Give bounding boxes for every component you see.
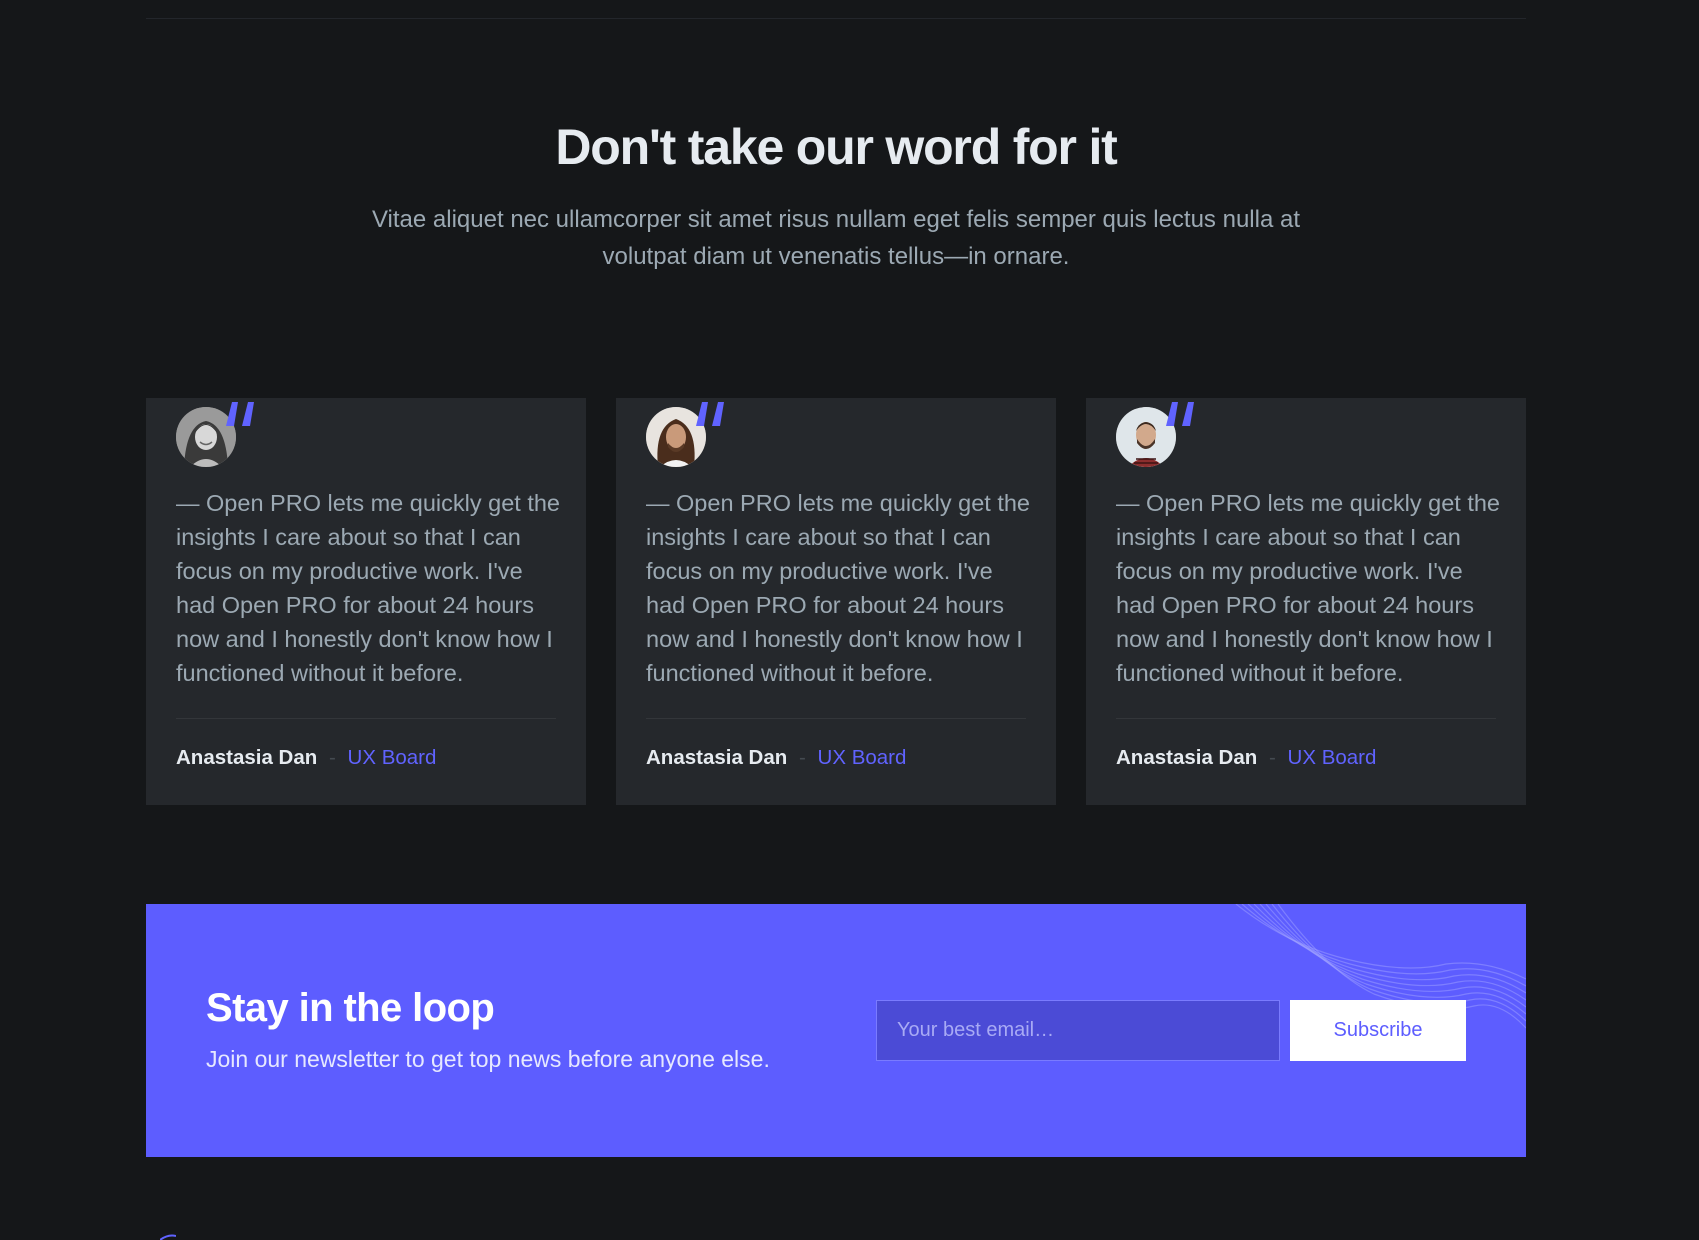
testimonial-card: — Open PRO lets me quickly get the insig… <box>1086 398 1526 805</box>
newsletter-banner: Stay in the loop Join our newsletter to … <box>146 904 1526 1157</box>
testimonial-quote: — Open PRO lets me quickly get the insig… <box>176 490 560 686</box>
quote-icon <box>1166 402 1194 426</box>
newsletter-subtitle: Join our newsletter to get top news befo… <box>206 1046 770 1072</box>
author-name: Anastasia Dan <box>176 746 318 769</box>
company-link[interactable]: UX Board <box>818 746 907 769</box>
testimonial-author: Anastasia Dan - UX Board <box>646 746 906 770</box>
section-subtitle: Vitae aliquet nec ullamcorper sit amet r… <box>371 206 1300 270</box>
card-divider <box>1116 718 1496 719</box>
testimonial-quote: — Open PRO lets me quickly get the insig… <box>1116 490 1500 686</box>
testimonial-quote: — Open PRO lets me quickly get the insig… <box>646 490 1030 686</box>
testimonial-card: — Open PRO lets me quickly get the insig… <box>146 398 586 805</box>
testimonial-author: Anastasia Dan - UX Board <box>1116 746 1376 770</box>
company-link[interactable]: UX Board <box>1288 746 1377 769</box>
author-name: Anastasia Dan <box>1116 746 1258 769</box>
company-link[interactable]: UX Board <box>348 746 437 769</box>
author-separator: - <box>798 746 806 769</box>
quote-icon <box>226 402 254 426</box>
newsletter-title: Stay in the loop <box>206 986 495 1030</box>
top-divider <box>146 18 1526 19</box>
quote-icon <box>696 402 724 426</box>
card-divider <box>646 718 1026 719</box>
card-divider <box>176 718 556 719</box>
testimonials-grid: — Open PRO lets me quickly get the insig… <box>146 398 1526 805</box>
testimonial-card: — Open PRO lets me quickly get the insig… <box>616 398 1056 805</box>
subscribe-button[interactable]: Subscribe <box>1290 1000 1466 1061</box>
author-name: Anastasia Dan <box>646 746 788 769</box>
email-input[interactable] <box>876 1000 1280 1061</box>
author-separator: - <box>1268 746 1276 769</box>
page: Don't take our word for it Vitae aliquet… <box>0 0 1699 1240</box>
author-separator: - <box>328 746 336 769</box>
section-title: Don't take our word for it <box>555 119 1117 175</box>
testimonial-author: Anastasia Dan - UX Board <box>176 746 436 770</box>
logo-fragment-icon <box>160 1234 176 1240</box>
